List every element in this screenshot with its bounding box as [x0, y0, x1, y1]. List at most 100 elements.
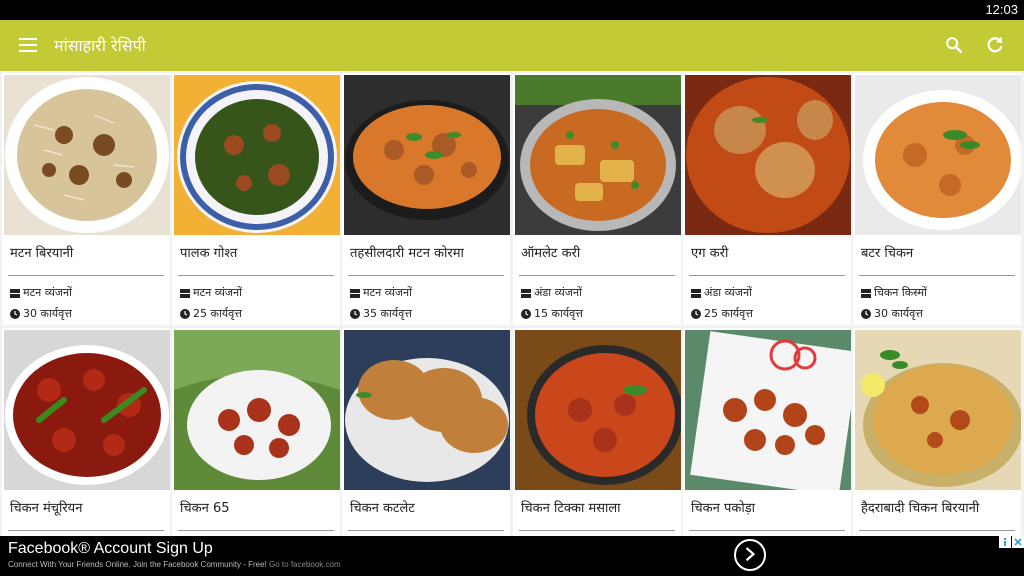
recipe-name: मटन बिरयानी — [10, 246, 74, 261]
recipe-card[interactable]: पालक गोश्त मटन व्यंजनों 25 कार्यवृत्त — [172, 73, 340, 325]
recipe-category: मटन व्यंजनों — [350, 285, 412, 300]
recipe-card[interactable]: चिकन कटलेट — [342, 328, 510, 536]
ad-banner[interactable]: Facebook® Account Sign Up Connect With Y… — [0, 536, 1024, 576]
recipe-divider — [348, 530, 504, 531]
ad-link[interactable]: Go to facebook.com — [269, 560, 341, 569]
category-icon — [691, 289, 701, 298]
recipe-divider — [689, 530, 845, 531]
recipe-image[interactable] — [685, 75, 851, 235]
menu-icon[interactable] — [19, 38, 37, 52]
recipe-image[interactable] — [174, 330, 340, 490]
recipe-card[interactable]: हैदराबादी चिकन बिरयानी — [853, 328, 1021, 536]
clock-icon — [180, 309, 190, 319]
recipe-divider — [178, 530, 334, 531]
recipe-image[interactable] — [515, 75, 681, 235]
recipe-divider — [519, 275, 675, 276]
recipe-divider — [8, 275, 164, 276]
recipe-image[interactable] — [344, 75, 510, 235]
recipe-time-label: 30 कार्यवृत्त — [874, 307, 923, 320]
recipe-card[interactable]: मटन बिरयानी मटन व्यंजनों 30 कार्यवृत्त — [2, 73, 170, 325]
refresh-icon[interactable] — [984, 34, 1006, 56]
clock-icon — [350, 309, 360, 319]
recipe-image[interactable] — [855, 75, 1021, 235]
recipe-image[interactable] — [174, 75, 340, 235]
recipe-category-label: अंडा व्यंजनों — [704, 286, 752, 299]
recipe-divider — [519, 530, 675, 531]
clock-icon — [521, 309, 531, 319]
recipe-category-label: मटन व्यंजनों — [23, 286, 72, 299]
recipe-time: 25 कार्यवृत्त — [180, 306, 242, 321]
recipe-name: चिकन कटलेट — [350, 501, 415, 516]
recipe-card[interactable]: बटर चिकन चिकन किस्मों 30 कार्यवृत्त — [853, 73, 1021, 325]
recipe-category: अंडा व्यंजनों — [521, 285, 582, 300]
recipe-name: तहसीलदारी मटन कोरमा — [350, 246, 464, 261]
recipe-name: चिकन पकोड़ा — [691, 501, 756, 516]
recipe-name: एग करी — [691, 246, 729, 261]
category-icon — [350, 289, 360, 298]
category-icon — [521, 289, 531, 298]
recipe-name: चिकन टिक्का मसाला — [521, 501, 621, 516]
recipe-category-label: मटन व्यंजनों — [363, 286, 412, 299]
clock-icon — [10, 309, 20, 319]
recipe-time: 30 कार्यवृत्त — [10, 306, 72, 321]
recipe-image[interactable] — [344, 330, 510, 490]
recipe-name: चिकन मंचूरियन — [10, 501, 83, 516]
adchoices-icon[interactable] — [999, 536, 1011, 548]
recipe-time-label: 25 कार्यवृत्त — [193, 307, 242, 320]
recipe-time: 30 कार्यवृत्त — [861, 306, 923, 321]
recipe-image[interactable] — [515, 330, 681, 490]
recipe-category: मटन व्यंजनों — [180, 285, 242, 300]
recipe-time: 15 कार्यवृत्त — [521, 306, 583, 321]
recipe-divider — [348, 275, 504, 276]
search-icon[interactable] — [943, 34, 965, 56]
recipe-time-label: 35 कार्यवृत्त — [363, 307, 412, 320]
category-icon — [180, 289, 190, 298]
recipe-name: हैदराबादी चिकन बिरयानी — [861, 501, 980, 516]
recipe-card[interactable]: चिकन पकोड़ा — [683, 328, 851, 536]
recipe-image[interactable] — [685, 330, 851, 490]
clock-icon — [691, 309, 701, 319]
recipe-card[interactable]: चिकन मंचूरियन — [2, 328, 170, 536]
recipe-card[interactable]: ऑमलेट करी अंडा व्यंजनों 15 कार्यवृत्त — [513, 73, 681, 325]
recipe-image[interactable] — [4, 330, 170, 490]
ad-go-arrow-icon[interactable] — [734, 539, 766, 571]
recipe-grid: मटन बिरयानी मटन व्यंजनों 30 कार्यवृत्त पालक… — [0, 71, 1024, 536]
ad-close-icon[interactable] — [1012, 536, 1024, 548]
recipe-card[interactable]: एग करी अंडा व्यंजनों 25 कार्यवृत्त — [683, 73, 851, 325]
recipe-card[interactable]: चिकन टिक्का मसाला — [513, 328, 681, 536]
recipe-divider — [859, 275, 1015, 276]
recipe-image[interactable] — [855, 330, 1021, 490]
recipe-divider — [859, 530, 1015, 531]
app-bar: मांसाहारी रेसिपी — [0, 20, 1024, 71]
recipe-time: 25 कार्यवृत्त — [691, 306, 753, 321]
recipe-name: बटर चिकन — [861, 246, 914, 261]
recipe-name: चिकन 65 — [180, 501, 230, 516]
recipe-card[interactable]: चिकन 65 — [172, 328, 340, 536]
ad-text-line: Connect With Your Friends Online. Join t… — [8, 560, 341, 569]
app-title: मांसाहारी रेसिपी — [54, 36, 146, 55]
status-time: 12:03 — [985, 2, 1018, 17]
category-icon — [10, 289, 20, 298]
recipe-time-label: 30 कार्यवृत्त — [23, 307, 72, 320]
recipe-category-label: मटन व्यंजनों — [193, 286, 242, 299]
category-icon — [861, 289, 871, 298]
recipe-name: ऑमलेट करी — [521, 246, 581, 261]
recipe-category-label: अंडा व्यंजनों — [534, 286, 582, 299]
recipe-time-label: 15 कार्यवृत्त — [534, 307, 583, 320]
status-bar: 12:03 — [0, 0, 1024, 20]
recipe-divider — [689, 275, 845, 276]
recipe-time-label: 25 कार्यवृत्त — [704, 307, 753, 320]
recipe-category: अंडा व्यंजनों — [691, 285, 752, 300]
ad-text: Connect With Your Friends Online. Join t… — [8, 560, 267, 569]
recipe-time: 35 कार्यवृत्त — [350, 306, 412, 321]
ad-headline[interactable]: Facebook® Account Sign Up — [8, 540, 213, 558]
recipe-category: मटन व्यंजनों — [10, 285, 72, 300]
recipe-card[interactable]: तहसीलदारी मटन कोरमा मटन व्यंजनों 35 कार्यव… — [342, 73, 510, 325]
recipe-divider — [178, 275, 334, 276]
recipe-name: पालक गोश्त — [180, 246, 238, 261]
recipe-category-label: चिकन किस्मों — [874, 286, 927, 299]
recipe-image[interactable] — [4, 75, 170, 235]
clock-icon — [861, 309, 871, 319]
recipe-divider — [8, 530, 164, 531]
recipe-category: चिकन किस्मों — [861, 285, 927, 300]
